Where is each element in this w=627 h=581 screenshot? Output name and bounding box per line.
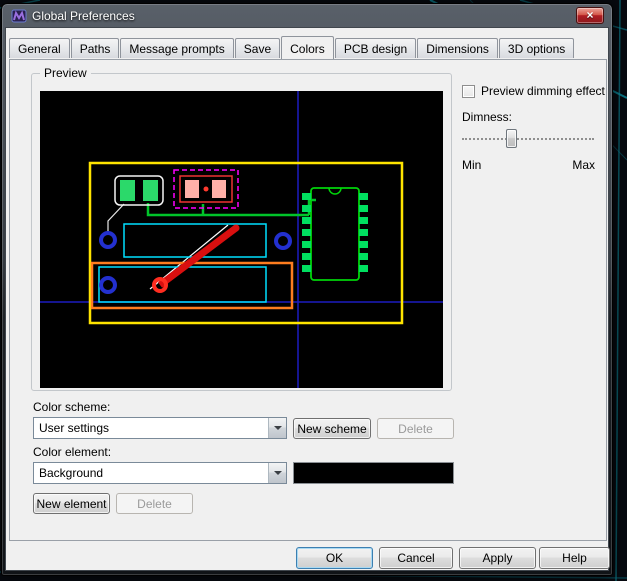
delete-element-button[interactable]: Delete xyxy=(116,493,193,514)
cancel-button[interactable]: Cancel xyxy=(379,547,453,569)
tab-3d-options[interactable]: 3D options xyxy=(499,38,574,58)
chevron-down-icon[interactable] xyxy=(268,463,286,483)
tab-pcb-design[interactable]: PCB design xyxy=(335,38,416,58)
tab-message-prompts[interactable]: Message prompts xyxy=(120,38,233,58)
ok-button[interactable]: OK xyxy=(296,547,373,569)
color-scheme-selected-value: User settings xyxy=(34,421,268,435)
slider-thumb[interactable] xyxy=(506,129,517,148)
pcb-preview-graphic xyxy=(40,91,443,388)
pcb-preview-canvas xyxy=(40,91,443,388)
slider-min-label: Min xyxy=(462,158,481,172)
slider-max-label: Max xyxy=(572,158,595,172)
app-icon xyxy=(11,8,27,24)
preview-dimming-row: Preview dimming effect xyxy=(462,84,605,98)
color-scheme-label: Color scheme: xyxy=(33,400,110,414)
global-preferences-dialog: Global Preferences × General Paths Messa… xyxy=(1,3,613,576)
close-icon[interactable]: × xyxy=(576,7,604,24)
new-scheme-button[interactable]: New scheme xyxy=(293,418,371,439)
tab-general[interactable]: General xyxy=(9,38,70,58)
window-title: Global Preferences xyxy=(32,9,135,23)
preview-group-label: Preview xyxy=(40,66,91,80)
preview-group: Preview xyxy=(31,73,452,391)
delete-scheme-button[interactable]: Delete xyxy=(377,418,454,439)
tab-dimensions[interactable]: Dimensions xyxy=(417,38,498,58)
tab-colors[interactable]: Colors xyxy=(281,36,334,59)
dialog-client-area: General Paths Message prompts Save Color… xyxy=(5,27,609,571)
tab-save[interactable]: Save xyxy=(235,38,280,58)
preview-dimming-checkbox[interactable] xyxy=(462,85,475,98)
help-button[interactable]: Help xyxy=(539,547,610,569)
dimness-label: Dimness: xyxy=(462,110,512,124)
color-element-selected-value: Background xyxy=(34,466,268,480)
chevron-down-icon[interactable] xyxy=(268,418,286,438)
tab-paths[interactable]: Paths xyxy=(71,38,120,58)
titlebar[interactable]: Global Preferences × xyxy=(5,4,609,27)
preview-dimming-label: Preview dimming effect xyxy=(481,84,605,98)
color-scheme-dropdown[interactable]: User settings xyxy=(33,417,287,439)
slider-range-labels: Min Max xyxy=(462,158,595,172)
tab-strip: General Paths Message prompts Save Color… xyxy=(9,36,575,59)
element-color-swatch[interactable] xyxy=(293,462,454,484)
dimness-slider[interactable] xyxy=(462,128,594,150)
new-element-button[interactable]: New element xyxy=(33,493,110,514)
colors-tab-page: Preview xyxy=(9,59,607,541)
color-element-dropdown[interactable]: Background xyxy=(33,462,287,484)
color-element-label: Color element: xyxy=(33,445,111,459)
slider-track[interactable] xyxy=(462,138,594,140)
apply-button[interactable]: Apply xyxy=(459,547,536,569)
